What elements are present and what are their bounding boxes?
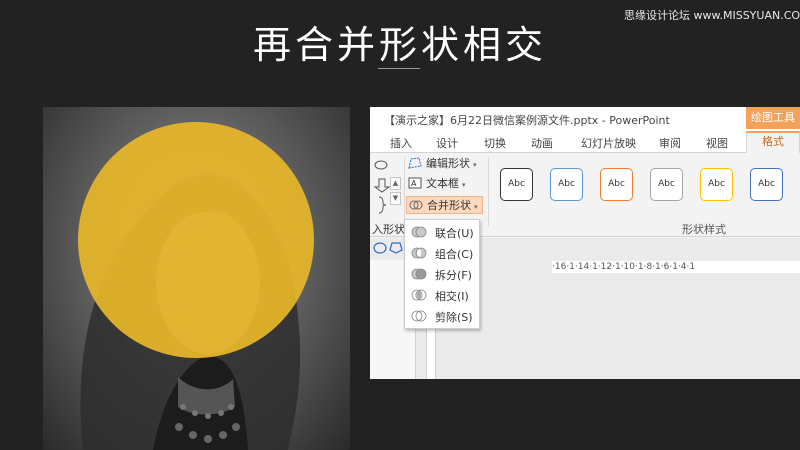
drawing-tools-tab[interactable]: 绘图工具 — [746, 107, 800, 129]
edit-shape-button[interactable]: 编辑形状 ▾ — [408, 155, 477, 173]
window-title: 【演示之家】6月22日微信案例源文件.pptx - PowerPoint — [384, 114, 670, 127]
edit-shape-icon — [408, 157, 422, 169]
merge-shapes-label: 合并形状 — [427, 199, 471, 212]
menu-item-subtract[interactable]: 剪除(S) — [405, 306, 481, 327]
tab-view[interactable]: 视图 — [706, 135, 728, 151]
subtract-label: 剪除(S) — [435, 311, 473, 324]
shape-style-5[interactable]: Abc — [700, 168, 733, 201]
combine-icon — [411, 247, 427, 259]
title-bar: 【演示之家】6月22日微信案例源文件.pptx - PowerPoint — [370, 107, 800, 131]
shape-styles-group-label: 形状样式 — [682, 223, 726, 236]
menu-item-fragment[interactable]: 拆分(F) — [405, 264, 481, 285]
gallery-scroll[interactable]: ▲ ▼ — [390, 177, 402, 207]
merge-shapes-button[interactable]: 合并形状 ▾ — [406, 196, 483, 214]
combine-label: 组合(C) — [435, 248, 474, 261]
shape-style-4[interactable]: Abc — [650, 168, 683, 201]
divider — [488, 157, 489, 227]
tab-insert[interactable]: 插入 — [390, 135, 412, 151]
tab-slideshow[interactable]: 幻灯片放映 — [581, 135, 636, 151]
shape-style-2[interactable]: Abc — [550, 168, 583, 201]
merge-shapes-icon — [409, 200, 423, 210]
yellow-circle — [78, 122, 314, 358]
chevron-down-icon: ▾ — [473, 161, 477, 169]
text-box-label: 文本框 — [426, 177, 459, 190]
horizontal-ruler: ·16·1·14·1·12·1·10·1·8·1·6·1·4·1 — [552, 261, 800, 273]
menu-item-intersect[interactable]: 相交(I) — [405, 285, 481, 306]
tab-animations[interactable]: 动画 — [531, 135, 553, 151]
text-box-icon: A — [408, 177, 422, 189]
shape-style-6[interactable]: Abc — [750, 168, 783, 201]
tab-format[interactable]: 格式 — [746, 131, 800, 154]
text-box-button[interactable]: A 文本框 ▾ — [408, 175, 466, 193]
edit-shape-label: 编辑形状 — [426, 157, 470, 170]
intersect-icon — [411, 289, 427, 301]
fragment-label: 拆分(F) — [435, 269, 472, 282]
divider — [404, 157, 405, 227]
tab-transitions[interactable]: 切换 — [484, 135, 506, 151]
gallery-up-icon[interactable]: ▲ — [390, 177, 401, 190]
shape-gallery-icons — [373, 160, 391, 214]
union-label: 联合(U) — [435, 227, 474, 240]
shape-style-1[interactable]: Abc — [500, 168, 533, 201]
menu-item-union[interactable]: 联合(U) — [405, 222, 481, 243]
svg-text:A: A — [411, 179, 417, 188]
ribbon-tabs: 插入 设计 切换 动画 幻灯片放映 审阅 视图 格式 — [370, 131, 800, 154]
title-underline — [378, 68, 420, 69]
lasso-icon[interactable] — [372, 240, 406, 256]
insert-shapes-group-label: 入形状 — [372, 223, 405, 236]
union-icon — [411, 226, 427, 238]
chevron-down-icon: ▾ — [462, 181, 466, 189]
tab-design[interactable]: 设计 — [436, 135, 458, 151]
slide-title: 再合并形状相交 — [252, 23, 547, 67]
intersect-label: 相交(I) — [435, 290, 469, 303]
fragment-icon — [411, 268, 427, 280]
chevron-down-icon: ▾ — [474, 203, 478, 211]
tab-review[interactable]: 审阅 — [659, 135, 681, 151]
merge-shapes-menu: 联合(U) 组合(C) 拆分(F) 相交(I) 剪除(S) — [404, 219, 480, 329]
shape-style-3[interactable]: Abc — [600, 168, 633, 201]
gallery-down-icon[interactable]: ▼ — [390, 192, 401, 205]
portrait-photo — [43, 107, 350, 450]
menu-item-combine[interactable]: 组合(C) — [405, 243, 481, 264]
subtract-icon — [411, 310, 427, 322]
